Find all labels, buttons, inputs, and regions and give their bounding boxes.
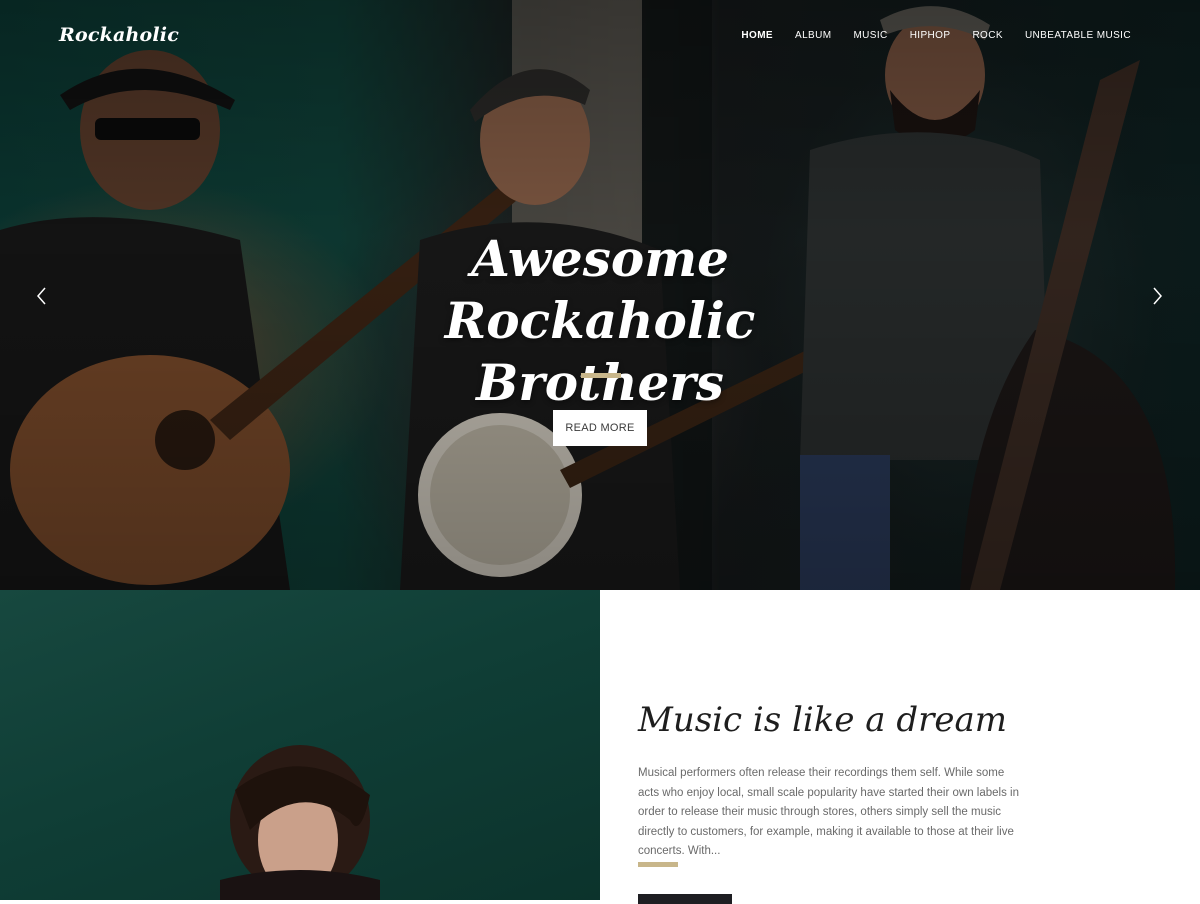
nav-item-home[interactable]: HOME — [741, 30, 773, 41]
singer-photo — [220, 745, 380, 900]
hero-slider: Rockaholic HOME ALBUM MUSIC HIPHOP ROCK … — [0, 0, 1200, 590]
feature-accent-bar — [638, 862, 678, 867]
hero-accent-bar — [581, 373, 621, 378]
chevron-right-icon[interactable] — [1147, 284, 1167, 308]
main-navigation: HOME ALBUM MUSIC HIPHOP ROCK UNBEATABLE … — [741, 30, 1131, 41]
nav-item-hiphop[interactable]: HIPHOP — [910, 30, 951, 41]
nav-item-unbeatable-music[interactable]: UNBEATABLE MUSIC — [1025, 30, 1131, 41]
read-more-button[interactable]: READ MORE — [553, 410, 647, 446]
nav-item-rock[interactable]: ROCK — [972, 30, 1003, 41]
feature-title: Music is like a dream — [638, 700, 1008, 740]
nav-item-album[interactable]: ALBUM — [795, 30, 831, 41]
feature-image — [0, 590, 600, 900]
nav-item-music[interactable]: MUSIC — [853, 30, 887, 41]
feature-read-more-button[interactable] — [638, 894, 732, 904]
hero-title: Awesome Rockaholic Brothers — [444, 229, 756, 412]
chevron-left-icon[interactable] — [32, 284, 52, 308]
feature-text: Musical performers often release their r… — [638, 767, 1019, 857]
site-logo[interactable]: Rockaholic — [59, 24, 179, 46]
feature-content: Music is like a dream Musical performers… — [600, 590, 1200, 904]
